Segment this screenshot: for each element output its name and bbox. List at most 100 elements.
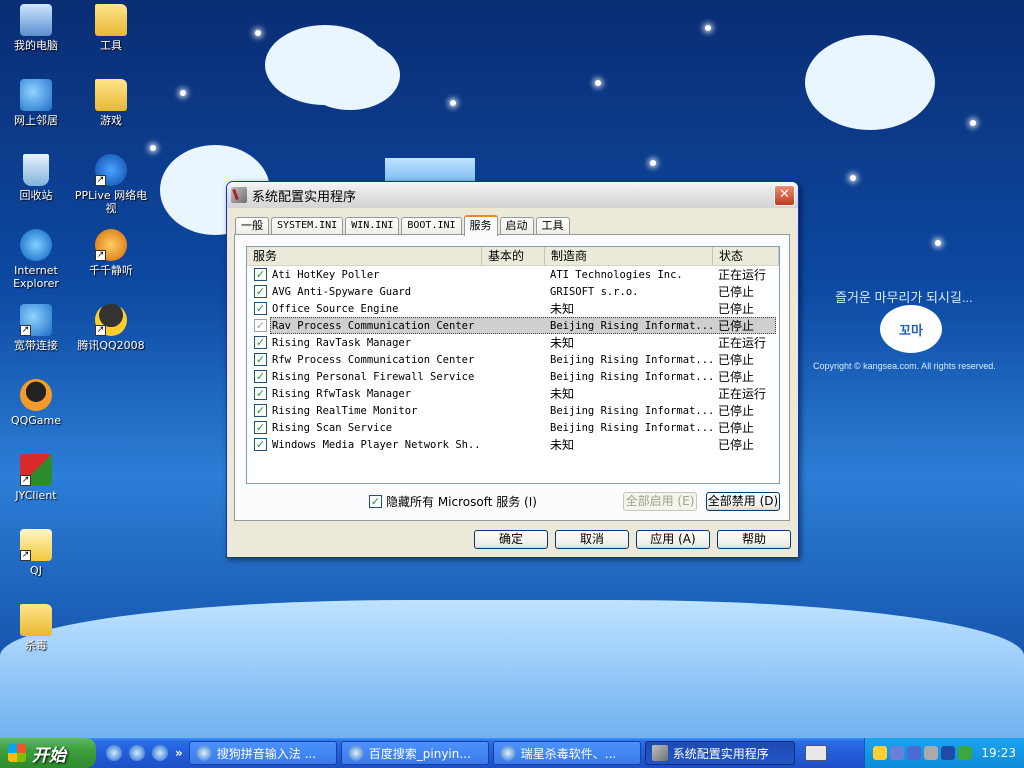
qqgame-icon [20,379,52,411]
service-checkbox[interactable]: ✓ [254,319,267,332]
cancel-button[interactable]: 取消 [555,530,629,549]
service-checkbox[interactable]: ✓ [254,421,267,434]
desktop-icon-recycle-bin[interactable]: 回收站 [0,154,74,202]
service-status: 已停止 [718,302,755,316]
service-checkbox[interactable]: ✓ [254,285,267,298]
service-manufacturer: 未知 [550,438,575,452]
taskbar-button-sogou[interactable]: 搜狗拼音输入法 ... [188,741,337,765]
service-status: 已停止 [718,319,755,333]
desktop-icon-qj[interactable]: ↗ QJ [0,529,74,577]
service-checkbox[interactable]: ✓ [254,438,267,451]
hide-ms-checkbox[interactable]: ✓ [369,495,382,508]
tab-startup[interactable]: 启动 [499,217,534,235]
service-name: Ati HotKey Poller [272,268,380,281]
table-row[interactable]: ✓ Rising RealTime Monitor Beijing Rising I… [247,402,779,419]
cloud-right [805,35,935,130]
table-row[interactable]: ✓ AVG Anti-Spyware Guard GRISOFT s.r.o. 已停止 [247,283,779,300]
desktop-icon-jyclient[interactable]: ↗ JYClient [0,454,74,502]
system-tray: 19:23 [864,738,1024,768]
dialog-title: 系统配置实用程序 [252,189,357,205]
desktop-icon-network[interactable]: 网上邻居 [0,79,74,127]
ie-icon [347,745,364,761]
shortcut-arrow-icon: ↗ [95,250,106,261]
apply-button[interactable]: 应用 (A) [636,530,710,549]
close-button[interactable]: ✕ [774,185,795,206]
desktop-icon-ttplayer[interactable]: ↗ 千千静听 [73,229,149,277]
desktop-icon-internet-explorer[interactable]: Internet Explorer [0,229,74,290]
ie-icon [195,745,212,761]
tab-boot-ini[interactable]: BOOT.INI [401,217,462,235]
table-row[interactable]: ✓ Rising RfwTask Manager 未知 正在运行 [247,385,779,402]
network-tray-icon-2[interactable] [907,746,922,760]
rising-tray-icon[interactable] [941,746,956,760]
desktop-icon-qqgame[interactable]: QQGame [0,379,74,427]
folder-icon [20,604,52,636]
qq-quicklaunch-icon[interactable] [129,745,145,761]
taskbar-button-baidu[interactable]: 百度搜索_pinyin... [340,741,489,765]
network-tray-icon[interactable] [890,746,905,760]
taskbar-button-msconfig[interactable]: 系统配置实用程序 [644,741,795,765]
folder-icon [95,79,127,111]
speaker-icon[interactable] [924,746,939,760]
service-checkbox[interactable]: ✓ [254,387,267,400]
service-name: AVG Anti-Spyware Guard [272,285,412,298]
quick-launch: » [106,745,189,761]
start-button[interactable]: 开始 [0,738,96,768]
column-header-status[interactable]: 状态 [713,247,779,265]
column-header-essential[interactable]: 基本的 [482,247,545,265]
hide-ms-label: 隐藏所有 Microsoft 服务 (I) [386,495,537,509]
service-name: Rising RavTask Manager [272,336,412,349]
desktop-icon-my-computer[interactable]: 我的电脑 [0,4,74,52]
hide-ms-services-option[interactable]: ✓ 隐藏所有 Microsoft 服务 (I) [369,493,537,510]
qq-tray-icon[interactable] [873,746,888,760]
system-config-dialog: 系统配置实用程序 ✕ 一般 SYSTEM.INI WIN.INI BOOT.IN… [226,181,799,558]
table-row[interactable]: ✓ Rising Personal Firewall Service Beijing… [247,368,779,385]
table-row[interactable]: ✓ Windows Media Player Network Sh... 未知 已停止 [247,436,779,453]
taskbar: 开始 » 搜狗拼音输入法 ... 百度搜索_pinyin... 瑞星杀毒软件、.… [0,738,1024,768]
table-row[interactable]: ✓ Rising RavTask Manager 未知 正在运行 [247,334,779,351]
service-checkbox[interactable]: ✓ [254,404,267,417]
desktop-icon-games[interactable]: 游戏 [73,79,149,127]
umbrella-tray-icon[interactable] [958,746,973,760]
tab-win-ini[interactable]: WIN.INI [345,217,400,235]
desktop-icon-broadband[interactable]: ↗ 宽带连接 [0,304,74,352]
taskbar-button-rising[interactable]: 瑞星杀毒软件、... [492,741,641,765]
desktop-icon-pplive[interactable]: ↗ PPLive 网络电视 [73,154,149,215]
help-button[interactable]: 帮助 [717,530,791,549]
cloud-left-2 [300,40,400,110]
ok-button[interactable]: 确定 [474,530,548,549]
tab-general[interactable]: 一般 [235,217,269,235]
qq-icon: ↗ [95,304,127,336]
recycle-bin-icon [23,154,49,186]
table-row[interactable]: ✓ Ati HotKey Poller ATI Technologies Inc. 正… [247,266,779,283]
tab-services[interactable]: 服务 [463,215,498,236]
show-desktop-icon[interactable] [106,745,122,761]
service-checkbox[interactable]: ✓ [254,353,267,366]
service-checkbox[interactable]: ✓ [254,370,267,383]
tab-system-ini[interactable]: SYSTEM.INI [271,217,344,235]
service-checkbox[interactable]: ✓ [254,336,267,349]
keyboard-icon[interactable] [804,745,827,761]
quicklaunch-overflow-icon[interactable]: » [175,746,183,760]
folder-icon [95,4,127,36]
table-row[interactable]: ✓ Rav Process Communication Center Beijing… [247,317,779,334]
tab-tools[interactable]: 工具 [535,217,570,235]
service-name: Rising Scan Service [272,421,393,434]
table-row[interactable]: ✓ Rfw Process Communication Center Beijing… [247,351,779,368]
column-header-service[interactable]: 服务 [247,247,482,265]
msconfig-app-icon [651,745,668,761]
table-row[interactable]: ✓ Rising Scan Service Beijing Rising Infor… [247,419,779,436]
ie-quicklaunch-icon[interactable] [152,745,168,761]
desktop-icon-antivirus[interactable]: 杀毒 [0,604,74,652]
enable-all-button[interactable]: 全部启用 (E) [623,492,697,511]
desktop-icon-tools[interactable]: 工具 [73,4,149,52]
table-row[interactable]: ✓ Office Source Engine 未知 已停止 [247,300,779,317]
service-checkbox[interactable]: ✓ [254,268,267,281]
service-checkbox[interactable]: ✓ [254,302,267,315]
desktop-icon-qq2008[interactable]: ↗ 腾讯QQ2008 [73,304,149,352]
services-list[interactable]: 服务 基本的 制造商 状态 ✓ Ati HotKey Poller ATI Tech… [246,246,780,484]
disable-all-button[interactable]: 全部禁用 (D) [706,492,780,511]
column-header-manufacturer[interactable]: 制造商 [545,247,713,265]
dialog-titlebar[interactable]: 系统配置实用程序 ✕ [227,182,798,208]
service-status: 已停止 [718,404,755,418]
